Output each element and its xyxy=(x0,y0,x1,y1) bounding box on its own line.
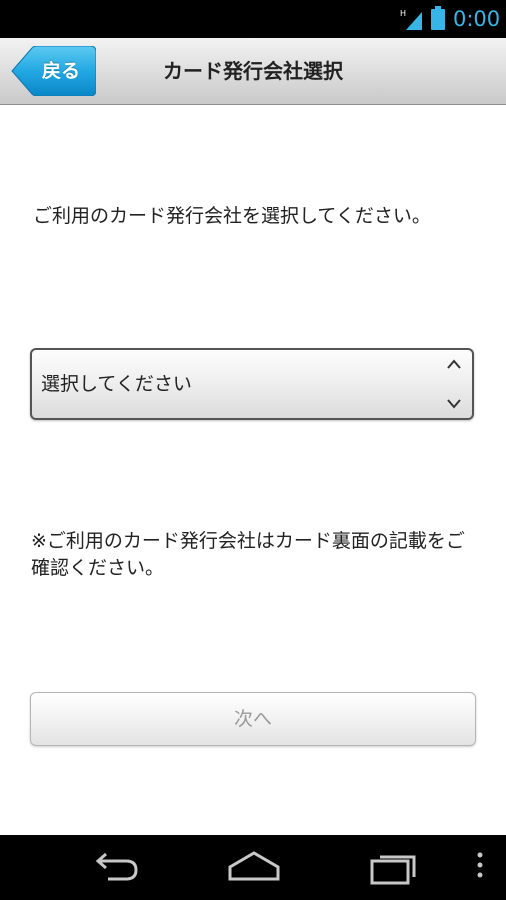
title-bar: 戻る カード発行会社選択 xyxy=(0,38,506,105)
overflow-menu-icon[interactable] xyxy=(472,847,488,887)
note-text: ※ご利用のカード発行会社はカード裏面の記載をご確認ください。 xyxy=(31,530,465,579)
back-arrow-icon[interactable] xyxy=(86,847,140,887)
home-icon[interactable] xyxy=(224,847,284,887)
card-issuer-select[interactable]: 選択してください xyxy=(30,348,474,420)
status-time: 0:00 xyxy=(453,7,501,31)
network-type-label: H xyxy=(400,9,406,18)
next-button[interactable]: 次へ xyxy=(30,692,476,746)
chevron-down-icon xyxy=(447,399,461,409)
instruction-text: ご利用のカード発行会社を選択してください。 xyxy=(33,205,431,227)
back-button[interactable]: 戻る xyxy=(10,46,96,96)
back-button-label: 戻る xyxy=(41,60,80,82)
battery-icon xyxy=(431,6,445,30)
next-button-label: 次へ xyxy=(233,708,272,730)
status-bar: H 0:00 xyxy=(0,0,506,38)
select-value: 選択してください xyxy=(41,373,192,395)
navigation-bar xyxy=(0,835,506,900)
app-screen: H 0:00 戻る カード発行会社選択 ご利用のカード発行会社を選択してください… xyxy=(0,0,506,900)
page-title: カード発行会社選択 xyxy=(163,59,343,83)
chevron-up-icon xyxy=(447,359,461,369)
signal-icon: H xyxy=(400,9,422,30)
recent-apps-icon[interactable] xyxy=(368,847,420,887)
